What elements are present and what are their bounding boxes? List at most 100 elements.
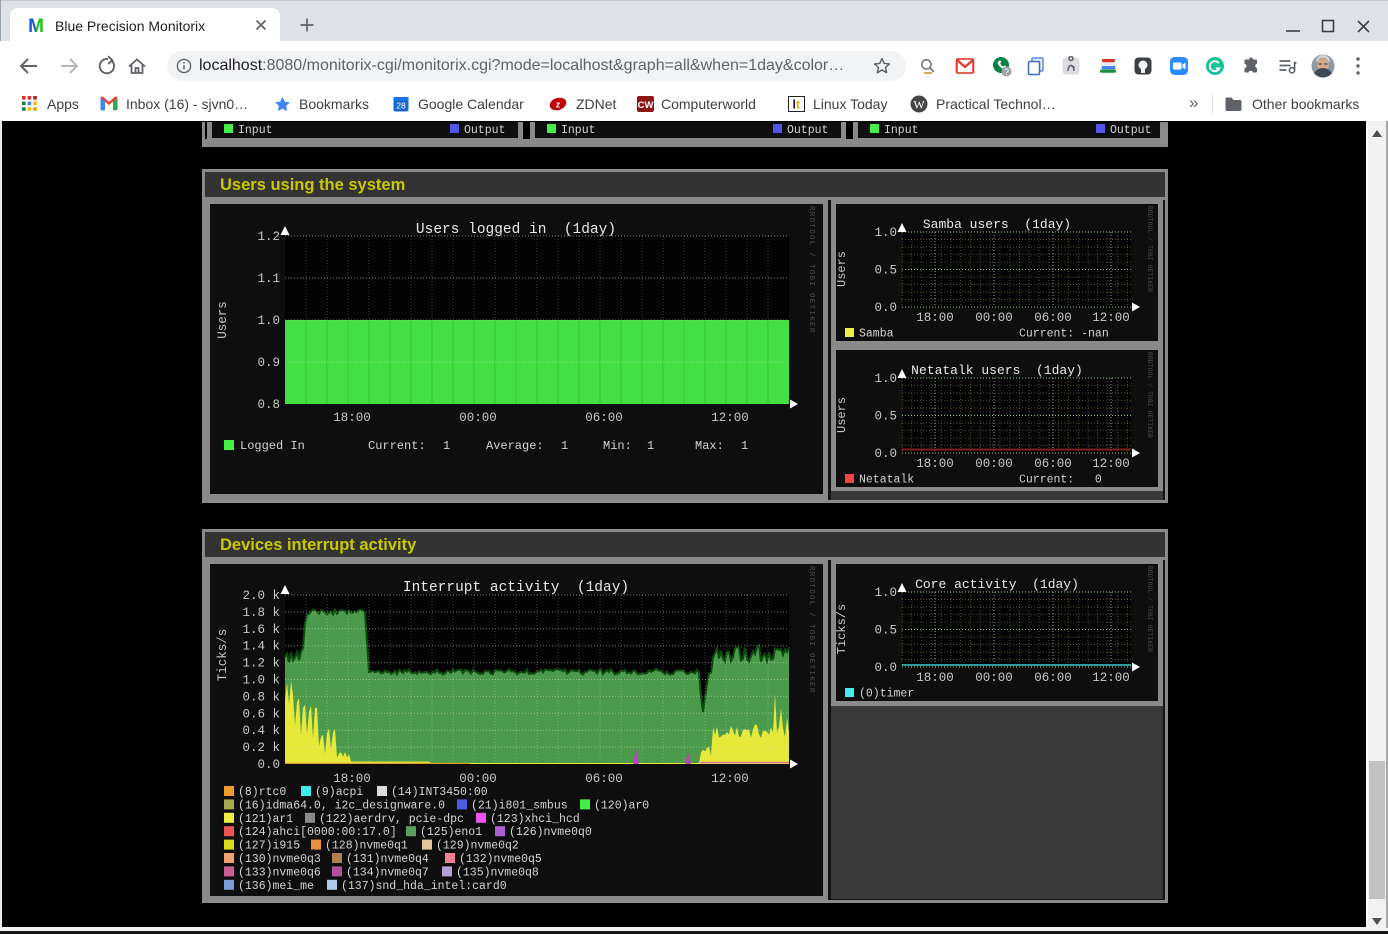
svg-text:06:00: 06:00 <box>1034 457 1072 471</box>
svg-text:(8)rtc0: (8)rtc0 <box>238 786 286 799</box>
svg-text:1.0: 1.0 <box>874 226 897 240</box>
svg-text:0.9: 0.9 <box>257 356 280 370</box>
svg-text:06:00: 06:00 <box>585 411 623 425</box>
svg-text:00:00: 00:00 <box>975 311 1013 325</box>
svg-text:Ticks/s: Ticks/s <box>216 629 230 682</box>
svg-text:0.6 k: 0.6 k <box>242 707 280 721</box>
svg-text:Users: Users <box>836 251 849 287</box>
svg-text:1.1: 1.1 <box>257 272 280 286</box>
svg-text:12:00: 12:00 <box>711 772 749 786</box>
svg-text:(122)aerdrv, pcie-dpc: (122)aerdrv, pcie-dpc <box>319 813 464 826</box>
svg-text:Input: Input <box>884 124 919 137</box>
svg-text:(127)i915: (127)i915 <box>238 840 300 853</box>
svg-text:12:00: 12:00 <box>711 411 749 425</box>
svg-text:(14)INT3450:00: (14)INT3450:00 <box>391 786 488 799</box>
svg-text:0.0: 0.0 <box>874 301 897 315</box>
svg-text:(124)ahci[0000:00:17.0]: (124)ahci[0000:00:17.0] <box>238 826 397 839</box>
svg-text:(16)idma64.0, i2c_designware.0: (16)idma64.0, i2c_designware.0 <box>238 799 445 812</box>
svg-text:Netatalk users (1day): Netatalk users (1day) <box>911 363 1083 378</box>
svg-text:Input: Input <box>238 124 273 137</box>
svg-text:t: t <box>796 98 800 112</box>
svg-text:1: 1 <box>561 439 568 453</box>
svg-text:(135)nvme0q8: (135)nvme0q8 <box>456 866 539 879</box>
svg-text:1.2 k: 1.2 k <box>242 657 280 671</box>
svg-text:Logged In: Logged In <box>240 439 305 453</box>
svg-text:Netatalk: Netatalk <box>859 474 914 487</box>
svg-text:Max:: Max: <box>695 439 724 453</box>
svg-text:0.5: 0.5 <box>874 410 897 424</box>
svg-text:28: 28 <box>396 101 406 111</box>
svg-text:12:00: 12:00 <box>1092 311 1130 325</box>
svg-text:1.2: 1.2 <box>257 230 280 244</box>
svg-text:Output: Output <box>1110 124 1151 137</box>
svg-text:0.4 k: 0.4 k <box>242 724 280 738</box>
svg-text:CW: CW <box>638 100 654 111</box>
svg-text:2.0 k: 2.0 k <box>242 589 280 603</box>
svg-text:Interrupt activity (1day): Interrupt activity (1day) <box>403 580 629 596</box>
svg-text:Samba users (1day): Samba users (1day) <box>923 217 1071 232</box>
svg-text:?: ? <box>1004 67 1009 77</box>
svg-text:0.0: 0.0 <box>874 447 897 461</box>
svg-text:1: 1 <box>443 439 450 453</box>
svg-text:0.0: 0.0 <box>257 758 280 772</box>
svg-text:0.8: 0.8 <box>257 398 280 412</box>
svg-text:1.0: 1.0 <box>874 372 897 386</box>
svg-text:(21)i801_smbus: (21)i801_smbus <box>471 799 568 812</box>
svg-text:06:00: 06:00 <box>1034 671 1072 685</box>
svg-text:Current:: Current: <box>368 439 426 453</box>
svg-text:18:00: 18:00 <box>333 411 371 425</box>
svg-text:Output: Output <box>464 124 505 137</box>
svg-text:0.2 k: 0.2 k <box>242 741 280 755</box>
svg-text:Users: Users <box>836 397 849 433</box>
svg-text:W: W <box>913 98 925 112</box>
svg-text:00:00: 00:00 <box>459 772 497 786</box>
svg-text:0.0: 0.0 <box>874 661 897 675</box>
svg-text:Min:: Min: <box>603 439 632 453</box>
svg-text:M: M <box>28 16 44 35</box>
svg-text:(120)ar0: (120)ar0 <box>594 799 649 812</box>
svg-text:00:00: 00:00 <box>459 411 497 425</box>
svg-text:1.4 k: 1.4 k <box>242 640 280 654</box>
svg-text:12:00: 12:00 <box>1092 457 1130 471</box>
svg-text:Current: -nan: Current: -nan <box>1019 328 1109 341</box>
svg-text:18:00: 18:00 <box>916 311 954 325</box>
svg-text:(126)nvme0q0: (126)nvme0q0 <box>509 826 592 839</box>
svg-text:Current: 0: Current: 0 <box>1019 474 1102 487</box>
svg-text:(9)acpi: (9)acpi <box>315 786 363 799</box>
svg-text:(136)mei_me: (136)mei_me <box>238 880 314 893</box>
svg-text:(130)nvme0q3: (130)nvme0q3 <box>238 853 321 866</box>
svg-text:Core activity (1day): Core activity (1day) <box>915 577 1079 592</box>
svg-text:Average:: Average: <box>486 439 544 453</box>
svg-text:Users: Users <box>216 301 230 339</box>
svg-text:0.8 k: 0.8 k <box>242 690 280 704</box>
svg-text:00:00: 00:00 <box>975 457 1013 471</box>
svg-text:1.8 k: 1.8 k <box>242 606 280 620</box>
svg-text:(121)ar1: (121)ar1 <box>238 813 293 826</box>
svg-text:Users logged in (1day): Users logged in (1day) <box>416 222 616 238</box>
svg-text:1: 1 <box>647 439 654 453</box>
svg-text:(128)nvme0q1: (128)nvme0q1 <box>325 840 408 853</box>
svg-text:18:00: 18:00 <box>333 772 371 786</box>
svg-text:1.6 k: 1.6 k <box>242 623 280 637</box>
svg-text:(131)nvme0q4: (131)nvme0q4 <box>346 853 429 866</box>
svg-text:(123)xhci_hcd: (123)xhci_hcd <box>490 813 580 826</box>
svg-text:00:00: 00:00 <box>975 671 1013 685</box>
svg-text:1.0: 1.0 <box>874 586 897 600</box>
svg-text:1.0 k: 1.0 k <box>242 674 280 688</box>
svg-text:1.0: 1.0 <box>257 314 280 328</box>
svg-text:(129)nvme0q2: (129)nvme0q2 <box>436 840 519 853</box>
svg-text:z: z <box>556 100 561 110</box>
svg-text:18:00: 18:00 <box>916 671 954 685</box>
svg-text:(132)nvme0q5: (132)nvme0q5 <box>459 853 542 866</box>
svg-text:06:00: 06:00 <box>1034 311 1072 325</box>
svg-text:Input: Input <box>561 124 596 137</box>
svg-text:(0)timer: (0)timer <box>859 688 914 701</box>
svg-text:0.5: 0.5 <box>874 264 897 278</box>
svg-text:Samba: Samba <box>859 328 894 341</box>
svg-text:(133)nvme0q6: (133)nvme0q6 <box>238 866 321 879</box>
svg-text:18:00: 18:00 <box>916 457 954 471</box>
svg-text:0.5: 0.5 <box>874 624 897 638</box>
svg-text:Ticks/s: Ticks/s <box>836 604 849 654</box>
svg-text:1: 1 <box>741 439 748 453</box>
svg-text:06:00: 06:00 <box>585 772 623 786</box>
